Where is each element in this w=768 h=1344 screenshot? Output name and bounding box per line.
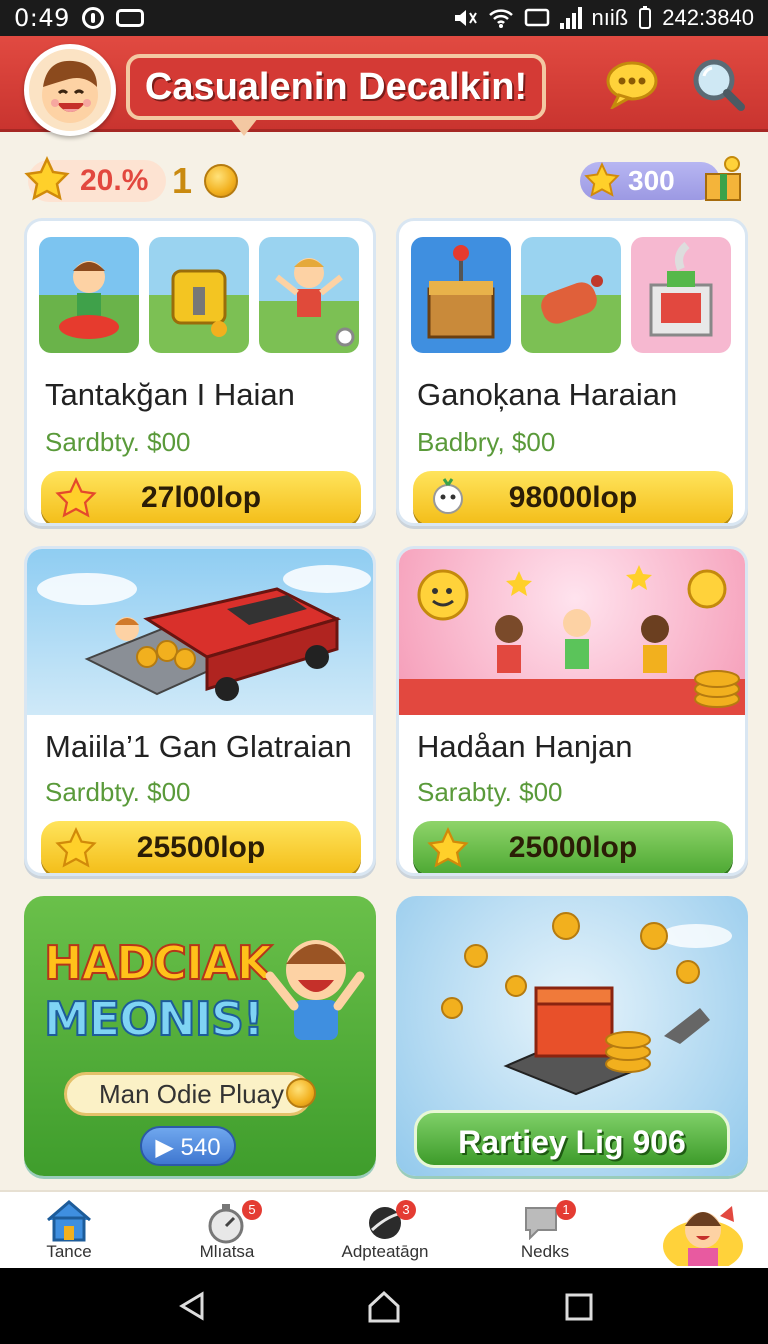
chat-icon <box>606 61 658 109</box>
status-clock: 242:3840 <box>662 5 754 30</box>
game-scene-image <box>399 549 745 715</box>
girl-avatar-icon <box>663 1206 743 1266</box>
search-icon <box>693 59 745 111</box>
reward-button[interactable]: Rartiey Lig 906 <box>414 1110 730 1168</box>
star-icon <box>55 477 97 518</box>
notification-badge: 5 <box>242 1200 262 1220</box>
card-button-label: 25000lop <box>508 831 638 864</box>
header-title-banner: Casualenin Decalkin! <box>126 54 546 136</box>
card-subtitle: Sarabty. $00 <box>417 777 563 807</box>
status-time: 0:49 <box>14 4 70 32</box>
cheering-boy-icon <box>265 940 365 1040</box>
thumbnail-image <box>521 237 621 353</box>
card-button-label: 25500lop <box>136 831 266 864</box>
treasure-coins-image <box>441 912 732 1096</box>
notification-icon <box>115 9 144 27</box>
nav-item-home[interactable]: Tance <box>4 1192 134 1270</box>
thumbnail-image <box>149 237 249 353</box>
bottom-navigation: Tance 5 Mlıatsa 3 Adpteatāgn 1 Nedks <box>0 1190 768 1268</box>
card-title: Maiila’1 Gan Glatraian <box>45 729 352 764</box>
game-card[interactable]: Hadåan Hanjan Sarabty. $00 25000lop <box>396 546 748 876</box>
chat-button[interactable] <box>604 56 660 112</box>
star-icon <box>427 827 469 868</box>
recent-apps-icon[interactable] <box>564 1292 594 1322</box>
status-text: nıiß <box>591 5 629 30</box>
promo-pill-label: Man Odie Pluay <box>99 1079 284 1109</box>
notification-badge: 1 <box>556 1200 576 1220</box>
star-icon <box>24 156 70 201</box>
nav-label: Nedks <box>520 1242 570 1261</box>
data-saver-icon <box>81 7 104 29</box>
card-title: Hadåan Hanjan <box>417 729 633 764</box>
wifi-icon <box>488 9 513 28</box>
battery-icon <box>639 6 652 29</box>
notification-badge: 3 <box>396 1200 416 1220</box>
card-action-button[interactable]: 25000lop <box>413 821 733 873</box>
nav-item-missions[interactable]: 5 Mlıatsa <box>162 1192 292 1270</box>
game-scene-image <box>27 549 373 715</box>
search-button[interactable] <box>690 56 746 112</box>
progress-percent: 20.% <box>80 164 149 197</box>
play-button[interactable]: ▶ 540 <box>140 1126 236 1166</box>
card-button-label: 98000lop <box>508 481 638 514</box>
coin-icon <box>286 1078 316 1108</box>
nav-item-news[interactable]: 1 Nedks <box>480 1192 610 1270</box>
mute-icon <box>454 10 477 26</box>
thumbnail-image <box>631 237 731 353</box>
back-icon[interactable] <box>176 1290 208 1322</box>
promo-title-line2: MEONIS! <box>43 991 265 1047</box>
game-card[interactable]: Ganoķana Haraian Badbry, $00 98000lop <box>396 218 748 526</box>
thumbnail-image <box>411 237 511 353</box>
card-subtitle: Badbry, $00 <box>417 427 556 457</box>
app-header: Casualenin Decalkin! <box>0 36 768 136</box>
card-title: Ganoķana Haraian <box>417 377 678 412</box>
game-card[interactable]: Maiila’1 Gan Glatraian Sardbty. $00 2550… <box>24 546 376 876</box>
card-action-button[interactable]: 98000lop <box>413 471 733 523</box>
card-button-label: 27l00lop <box>140 481 262 514</box>
game-thumbnails <box>411 237 731 353</box>
cast-icon <box>524 8 549 27</box>
thumbnail-image <box>39 237 139 353</box>
card-subtitle: Sardbty. $00 <box>45 427 191 457</box>
star-icon <box>55 827 97 868</box>
coin-icon <box>204 164 238 198</box>
profile-avatar[interactable] <box>24 44 116 136</box>
promo-pill[interactable]: Man Odie Pluay <box>64 1072 312 1116</box>
nav-item-adaptation[interactable]: 3 Adpteatāgn <box>320 1192 450 1270</box>
card-title: Tantakğan I Haian <box>45 377 295 412</box>
home-button-icon[interactable] <box>366 1290 402 1324</box>
status-bar: 0:49 nıiß 242:3840 <box>0 0 768 36</box>
currency-bar: 20.% 1 300 <box>24 156 744 206</box>
game-thumbnails <box>39 237 359 353</box>
card-subtitle: Sardbty. $00 <box>45 777 191 807</box>
star-icon <box>584 162 620 197</box>
nav-label: Adpteatāgn <box>341 1242 429 1261</box>
header-title: Casualenin Decalkin! <box>144 65 528 108</box>
reward-banner[interactable]: Rartiey Lig 906 <box>396 896 748 1176</box>
play-button-label: ▶ 540 <box>155 1134 221 1161</box>
thumbnail-image <box>259 237 359 353</box>
nav-label: Mlıatsa <box>199 1242 255 1261</box>
card-action-button[interactable]: 27l00lop <box>41 471 361 523</box>
promo-title-line1: HADCIAK <box>43 935 273 991</box>
nav-item-profile[interactable] <box>650 1192 768 1270</box>
star-balance: 300 <box>628 165 675 196</box>
nav-label: Tance <box>46 1242 92 1261</box>
signal-icon <box>559 7 582 29</box>
system-navigation-bar <box>0 1268 768 1344</box>
reward-button-label: Rartiey Lig 906 <box>458 1124 686 1160</box>
boy-avatar-icon <box>42 60 98 123</box>
home-icon <box>47 1200 91 1242</box>
coin-count: 1 <box>172 160 193 201</box>
gift-box-icon[interactable] <box>702 156 744 202</box>
card-action-button[interactable]: 25500lop <box>41 821 361 873</box>
game-card[interactable]: Tantakğan I Haian Sardbty. $00 27l00lop <box>24 218 376 526</box>
promo-banner[interactable]: HADCIAK MEONIS! Man Odie Pluay ▶ 540 <box>24 896 376 1176</box>
mascot-icon <box>433 478 463 514</box>
